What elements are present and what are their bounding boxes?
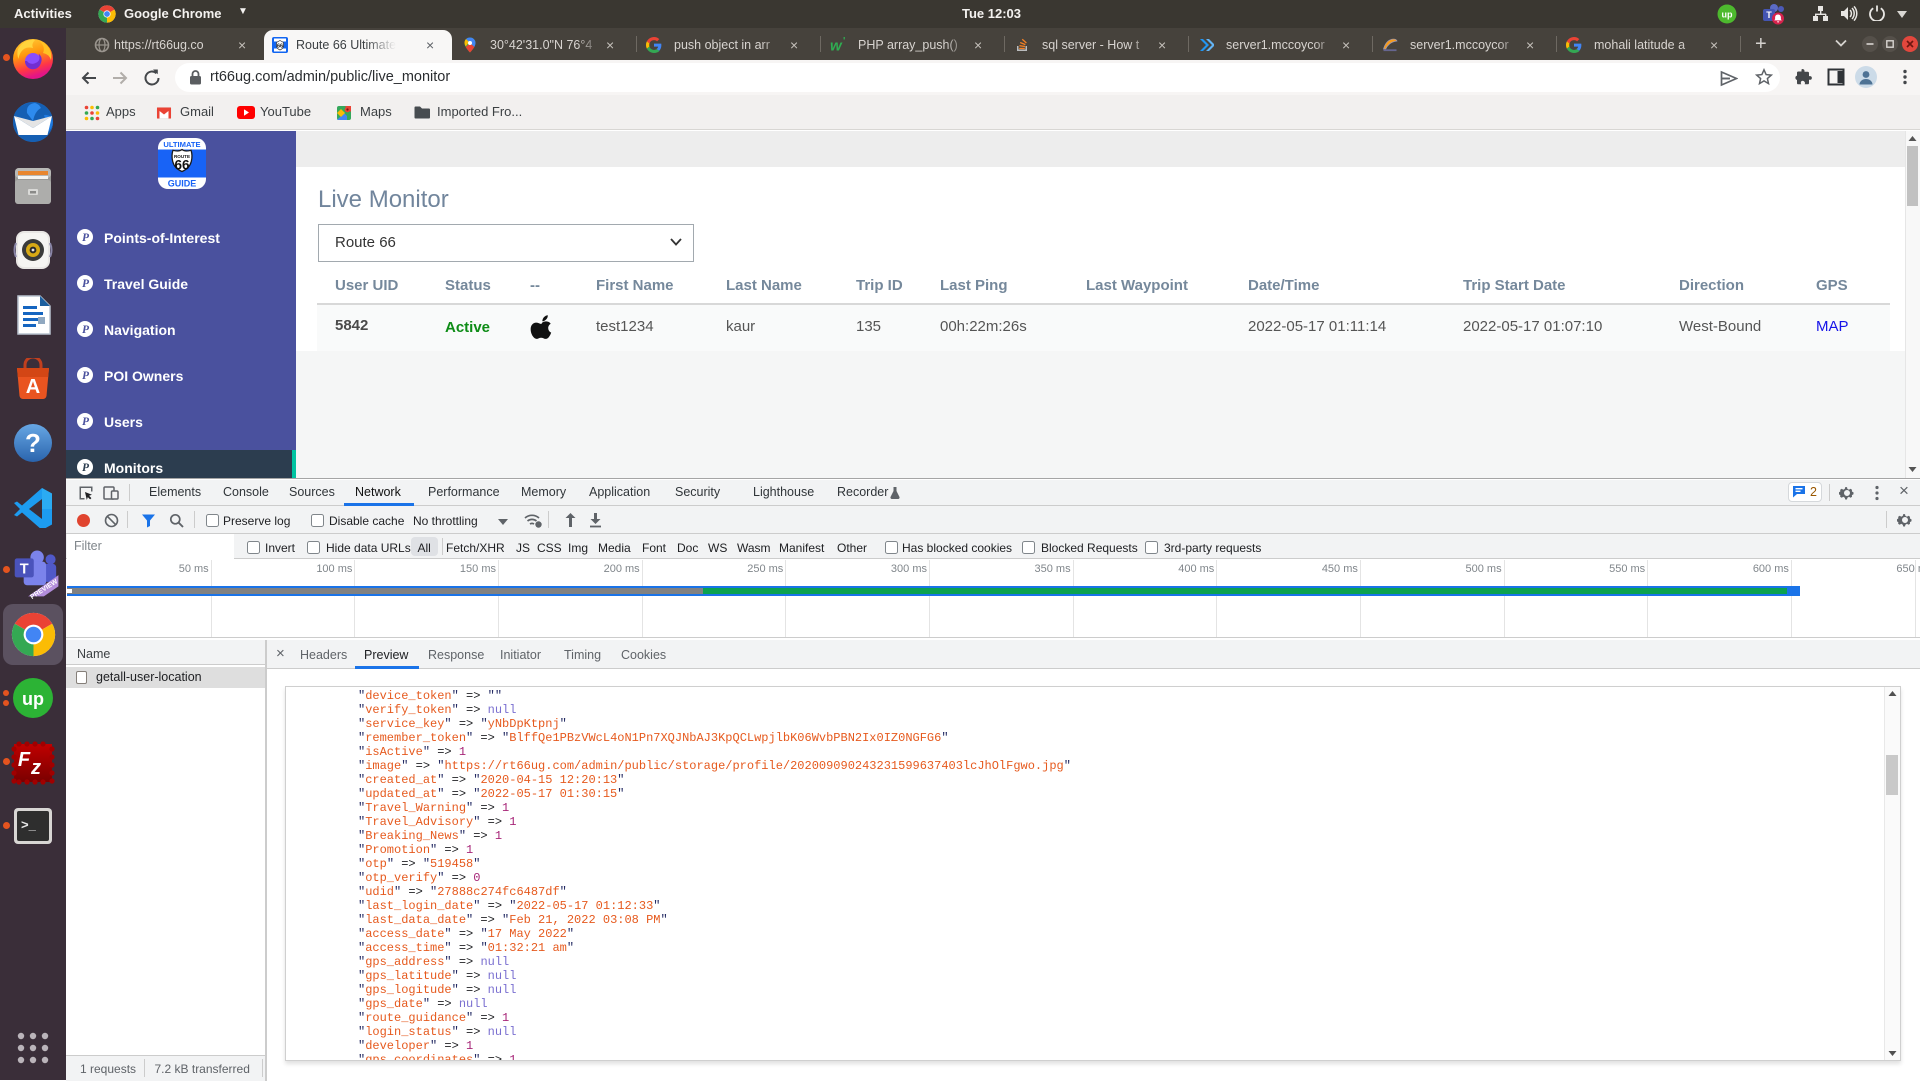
- svg-text:66: 66: [277, 44, 283, 50]
- svg-text:up: up: [22, 689, 44, 709]
- svg-text:66: 66: [174, 158, 190, 173]
- svg-text:up: up: [1722, 10, 1733, 20]
- svg-text:P: P: [82, 278, 90, 290]
- svg-text:T: T: [1766, 10, 1772, 20]
- svg-text:w: w: [830, 38, 843, 54]
- svg-text:P: P: [82, 324, 90, 336]
- svg-text:T: T: [20, 561, 29, 577]
- svg-text:P: P: [82, 370, 90, 382]
- svg-text:P: P: [82, 416, 90, 428]
- svg-text:?: ?: [25, 428, 41, 458]
- svg-text:A: A: [26, 376, 40, 398]
- svg-text:': ': [843, 37, 845, 47]
- svg-text:z: z: [30, 757, 41, 779]
- svg-text:F: F: [18, 749, 31, 771]
- svg-text:>_: >_: [21, 817, 37, 832]
- svg-text:P: P: [82, 232, 90, 244]
- svg-text:ULTIMATE: ULTIMATE: [163, 140, 200, 149]
- svg-text:P: P: [82, 462, 90, 474]
- svg-text:GUIDE: GUIDE: [168, 179, 197, 189]
